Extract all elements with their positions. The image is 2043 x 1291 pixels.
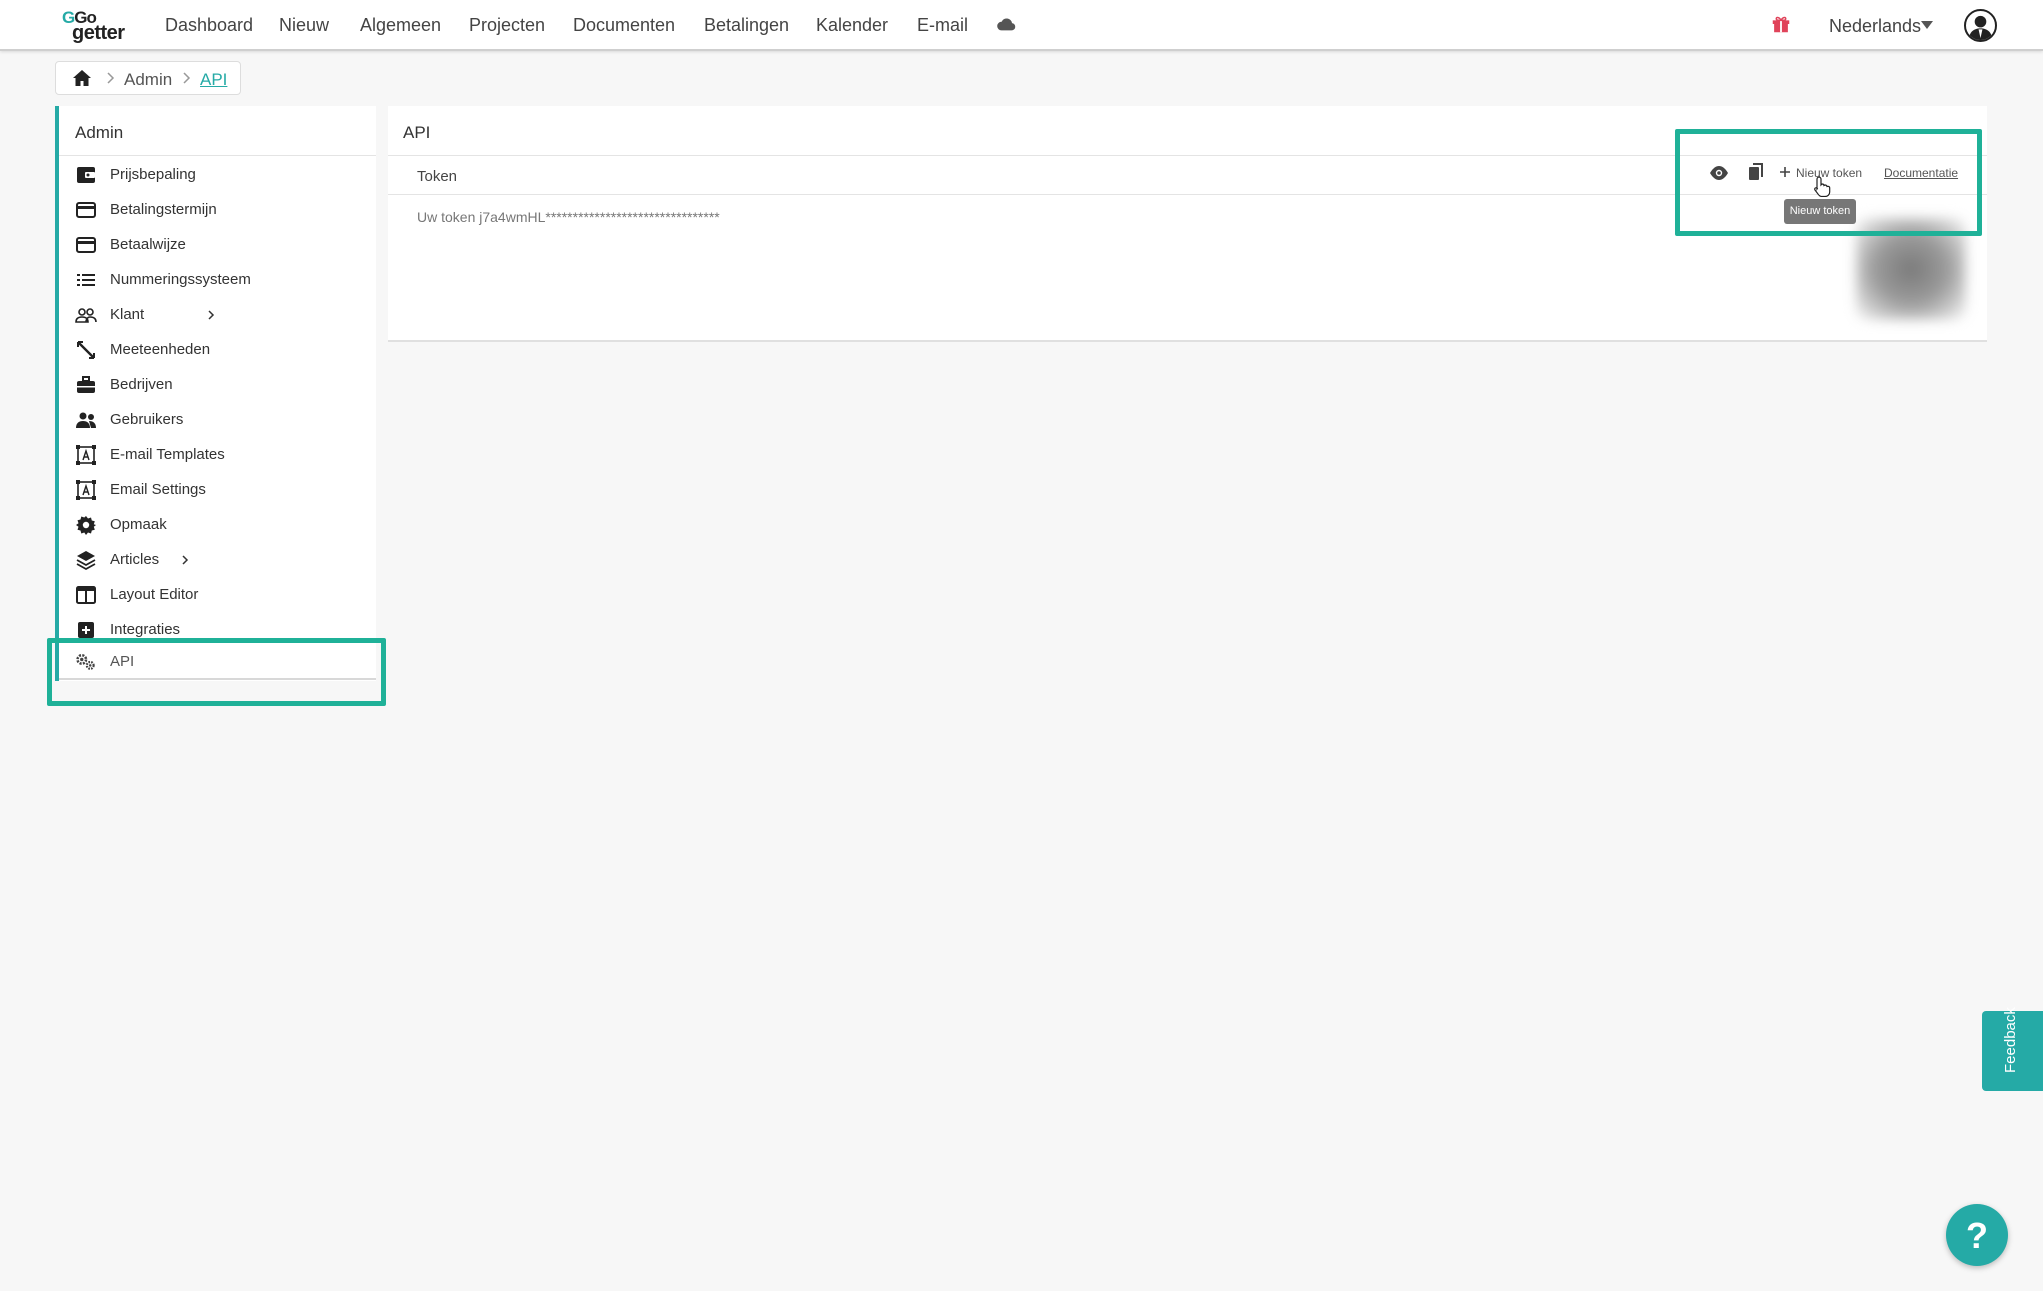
token-value: Uw token j7a4wmHL***********************… (417, 209, 720, 225)
nav-algemeen[interactable]: Algemeen (360, 15, 441, 36)
top-navbar: GGo getter Dashboard Nieuw Algemeen Proj… (0, 0, 2043, 51)
chevron-right-icon (208, 310, 215, 320)
sidebar-item-bedrijven[interactable]: Bedrijven (75, 370, 370, 400)
help-button[interactable]: ? (1946, 1204, 2008, 1266)
sidebar-item-label: Betaalwijze (110, 236, 186, 253)
admin-sidebar: Admin Prijsbepaling Betalingstermijn Bet… (55, 106, 376, 681)
feedback-tab[interactable]: Feedback (1982, 1007, 2043, 1091)
highlight-token-actions (1675, 129, 1982, 236)
breadcrumb-admin[interactable]: Admin (124, 70, 172, 90)
user-avatar-icon[interactable] (1964, 9, 1997, 42)
nav-projecten[interactable]: Projecten (469, 15, 545, 36)
sidebar-item-label: Articles (110, 551, 160, 568)
chevron-right-icon (182, 555, 189, 565)
gift-icon[interactable] (1770, 13, 1792, 35)
briefcase-icon (77, 376, 95, 393)
sidebar-item-layout-editor[interactable]: Layout Editor (75, 580, 370, 610)
users-icon (76, 412, 96, 428)
sidebar-item-label: Layout Editor (110, 586, 199, 603)
sidebar-item-label: E-mail Templates (110, 446, 225, 463)
sidebar-item-label: Prijsbepaling (110, 166, 196, 183)
panel-title: API (403, 123, 431, 142)
sidebar-item-label: Klant (110, 306, 145, 323)
home-icon[interactable] (72, 69, 92, 87)
gear-icon (76, 516, 96, 535)
token-header: Token (417, 168, 458, 185)
sidebar-item-betaalwijze[interactable]: Betaalwijze (75, 230, 370, 260)
feedback-label: Feedback (2002, 1007, 2019, 1073)
sidebar-item-label: Opmaak (110, 516, 167, 533)
sidebar-item-prijsbepaling[interactable]: Prijsbepaling (75, 160, 370, 190)
sidebar-item-articles[interactable]: Articles (75, 545, 370, 575)
sidebar-item-label: Betalingstermijn (110, 201, 217, 218)
sidebar-item-email-settings[interactable]: Email Settings (75, 475, 370, 505)
breadcrumb-api[interactable]: API (200, 70, 227, 90)
sidebar-item-label: Email Settings (110, 481, 206, 498)
language-selector[interactable]: Nederlands (1829, 16, 1921, 37)
text-frame-icon (76, 480, 96, 500)
text-frame-icon (76, 445, 96, 465)
sidebar-item-label: Nummeringssysteem (110, 271, 251, 288)
sidebar-item-gebruikers[interactable]: Gebruikers (75, 405, 370, 435)
nav-kalender[interactable]: Kalender (816, 15, 888, 36)
sidebar-item-nummeringssysteem[interactable]: Nummeringssysteem (75, 265, 370, 295)
sidebar-item-meeteenheden[interactable]: Meeteenheden (75, 335, 370, 365)
sidebar-item-label: Integraties (110, 621, 181, 638)
breadcrumb-chevron-icon (183, 72, 191, 84)
sidebar-item-label: Meeteenheden (110, 341, 211, 358)
list-icon (77, 274, 95, 286)
nav-documenten[interactable]: Documenten (573, 15, 675, 36)
nav-nieuw[interactable]: Nieuw (279, 15, 329, 36)
gogetter-logo[interactable]: GGo getter (58, 8, 136, 44)
sidebar-divider (59, 155, 376, 156)
wallet-icon (77, 167, 95, 183)
customers-icon (75, 308, 97, 323)
layout-icon (76, 586, 96, 604)
highlight-api-menu (47, 638, 386, 706)
sidebar-item-betalingstermijn[interactable]: Betalingstermijn (75, 195, 370, 225)
nav-betalingen[interactable]: Betalingen (704, 15, 789, 36)
measure-icon (77, 341, 95, 359)
sidebar-item-opmaak[interactable]: Opmaak (75, 510, 370, 540)
sidebar-item-label: Bedrijven (110, 376, 173, 393)
nav-dashboard[interactable]: Dashboard (165, 15, 253, 36)
sidebar-title: Admin (75, 123, 124, 142)
sidebar-item-label: Gebruikers (110, 411, 184, 428)
sidebar-item-email-templates[interactable]: E-mail Templates (75, 440, 370, 470)
caret-down-icon[interactable] (1920, 20, 1934, 30)
nav-email[interactable]: E-mail (917, 15, 968, 36)
logo-getter-text: getter (72, 22, 125, 44)
sidebar-item-klant[interactable]: Klant (75, 300, 370, 330)
cloud-icon[interactable] (996, 13, 1018, 35)
help-icon: ? (1966, 1215, 1988, 1256)
breadcrumb-chevron-icon (107, 72, 115, 84)
breadcrumb: Admin API (55, 61, 241, 95)
credit-card-icon (76, 202, 96, 218)
layers-icon (76, 551, 96, 571)
credit-card-icon (76, 237, 96, 253)
